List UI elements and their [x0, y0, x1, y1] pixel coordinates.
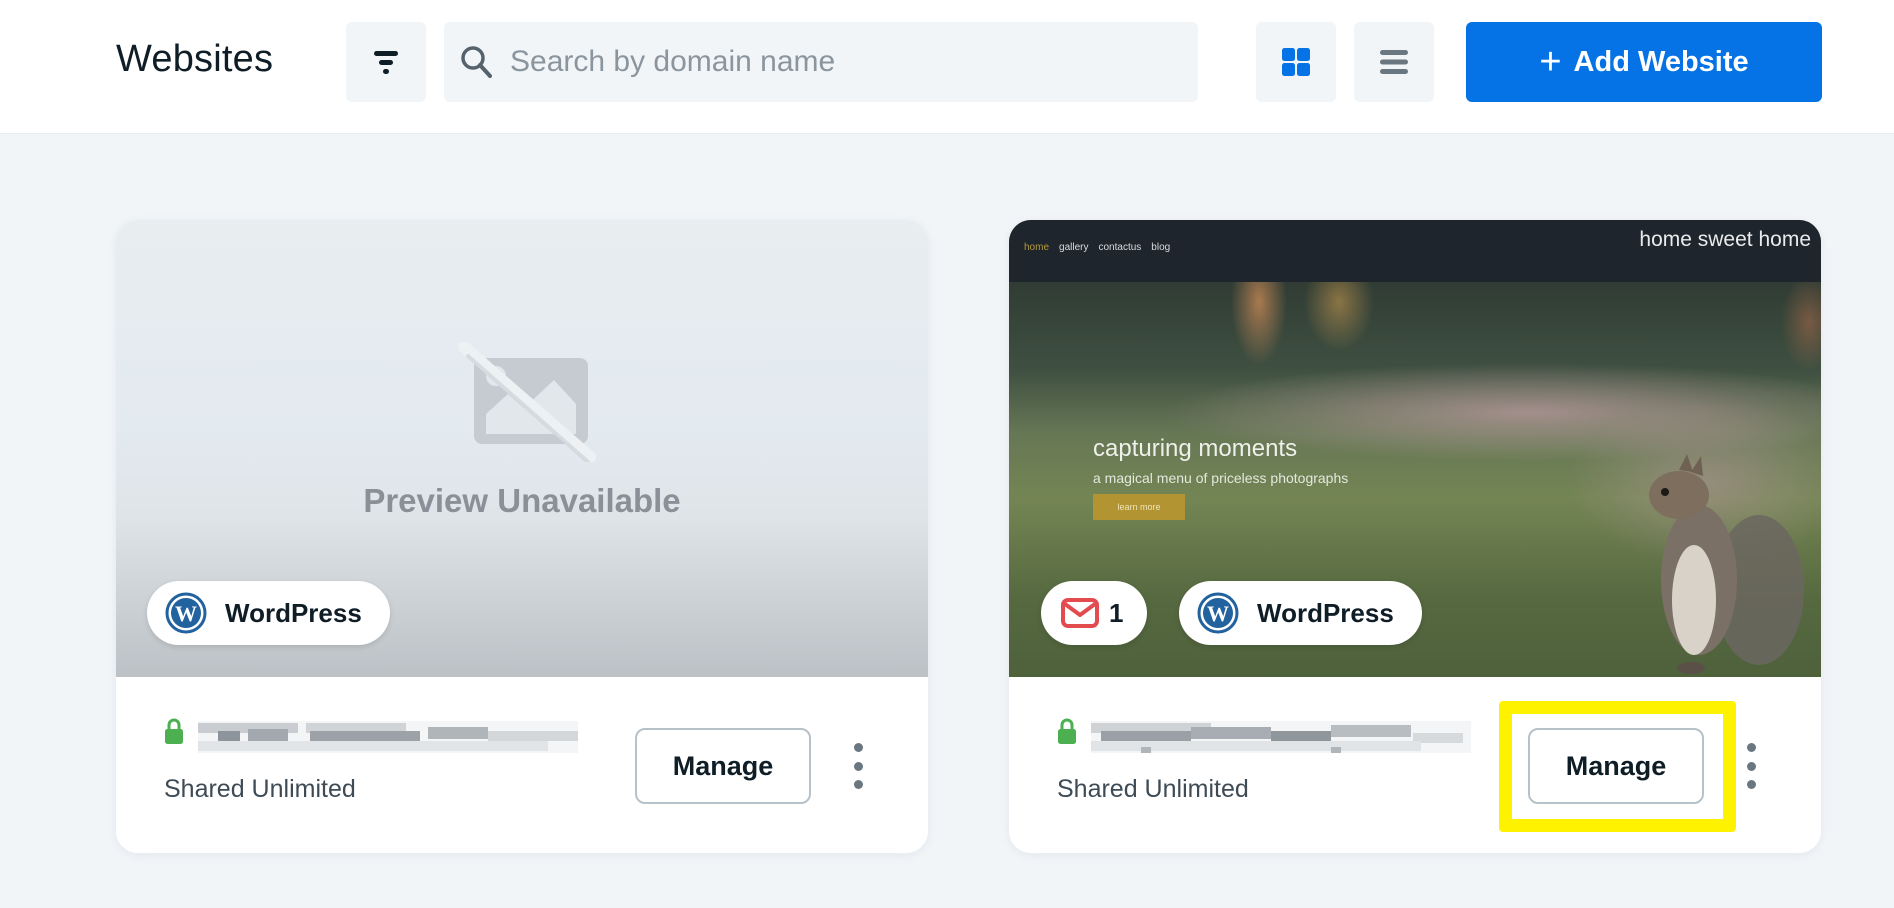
image-unavailable-icon	[458, 342, 596, 462]
search-input[interactable]	[510, 45, 1170, 79]
hosting-plan: Shared Unlimited	[1057, 775, 1249, 803]
list-icon	[1380, 50, 1408, 74]
add-website-button[interactable]: + Add Website	[1466, 22, 1822, 102]
list-view-button[interactable]	[1354, 22, 1434, 102]
site-nav-link: contactus	[1098, 242, 1142, 253]
plus-icon: +	[1539, 41, 1562, 83]
site-nav-link: blog	[1151, 242, 1171, 253]
wordpress-badge: W WordPress	[1179, 581, 1422, 645]
domain-name-redacted[interactable]	[198, 721, 578, 753]
site-nav-links: home gallery contactus blog	[1024, 242, 1170, 253]
wordpress-label: WordPress	[1257, 597, 1394, 628]
wordpress-icon: W	[1197, 592, 1239, 634]
site-nav-bar: home gallery contactus blog home sweet h…	[1009, 220, 1821, 282]
hosting-plan: Shared Unlimited	[164, 775, 356, 803]
wordpress-badge: W WordPress	[147, 581, 390, 645]
search-field[interactable]	[444, 22, 1198, 102]
filter-icon	[374, 51, 398, 74]
site-hero-title: capturing moments	[1093, 435, 1298, 462]
manage-button[interactable]: Manage	[635, 728, 811, 804]
site-nav-link: gallery	[1059, 242, 1089, 253]
website-card: Preview Unavailable W WordPress Shared U…	[116, 220, 928, 853]
add-website-label: Add Website	[1573, 45, 1749, 78]
website-card-footer: Shared Unlimited Manage	[116, 677, 928, 853]
site-brand: home sweet home	[1639, 228, 1811, 251]
mail-icon	[1061, 598, 1099, 628]
more-options-icon[interactable]	[850, 743, 866, 789]
lock-icon	[1058, 718, 1076, 744]
svg-text:W: W	[1207, 601, 1229, 626]
filter-button[interactable]	[346, 22, 426, 102]
preview-unavailable-label: Preview Unavailable	[363, 482, 681, 519]
grid-view-button[interactable]	[1256, 22, 1336, 102]
wordpress-label: WordPress	[225, 597, 362, 628]
email-badge[interactable]: 1	[1041, 581, 1148, 645]
site-hero-subtitle: a magical menu of priceless photographs	[1093, 470, 1349, 486]
search-icon	[461, 46, 492, 78]
website-card: home gallery contactus blog home sweet h…	[1009, 220, 1821, 853]
grid-icon	[1282, 48, 1310, 76]
website-card-footer: Shared Unlimited Manage	[1009, 677, 1821, 853]
manage-button[interactable]: Manage	[1528, 728, 1704, 804]
squirrel-image	[1649, 454, 1804, 674]
website-preview[interactable]: Preview Unavailable W WordPress	[116, 220, 928, 677]
domain-name-redacted[interactable]	[1091, 721, 1471, 753]
website-preview[interactable]: home gallery contactus blog home sweet h…	[1009, 220, 1821, 677]
page-header: Websites + Add Website	[0, 0, 1894, 134]
email-count: 1	[1109, 597, 1124, 628]
site-nav-link: home	[1024, 242, 1050, 253]
page-title: Websites	[116, 38, 274, 80]
lock-icon	[165, 718, 183, 744]
svg-text:W: W	[175, 601, 197, 626]
site-hero-cta: learn more	[1093, 494, 1185, 520]
more-options-icon[interactable]	[1743, 743, 1759, 789]
wordpress-icon: W	[165, 592, 207, 634]
